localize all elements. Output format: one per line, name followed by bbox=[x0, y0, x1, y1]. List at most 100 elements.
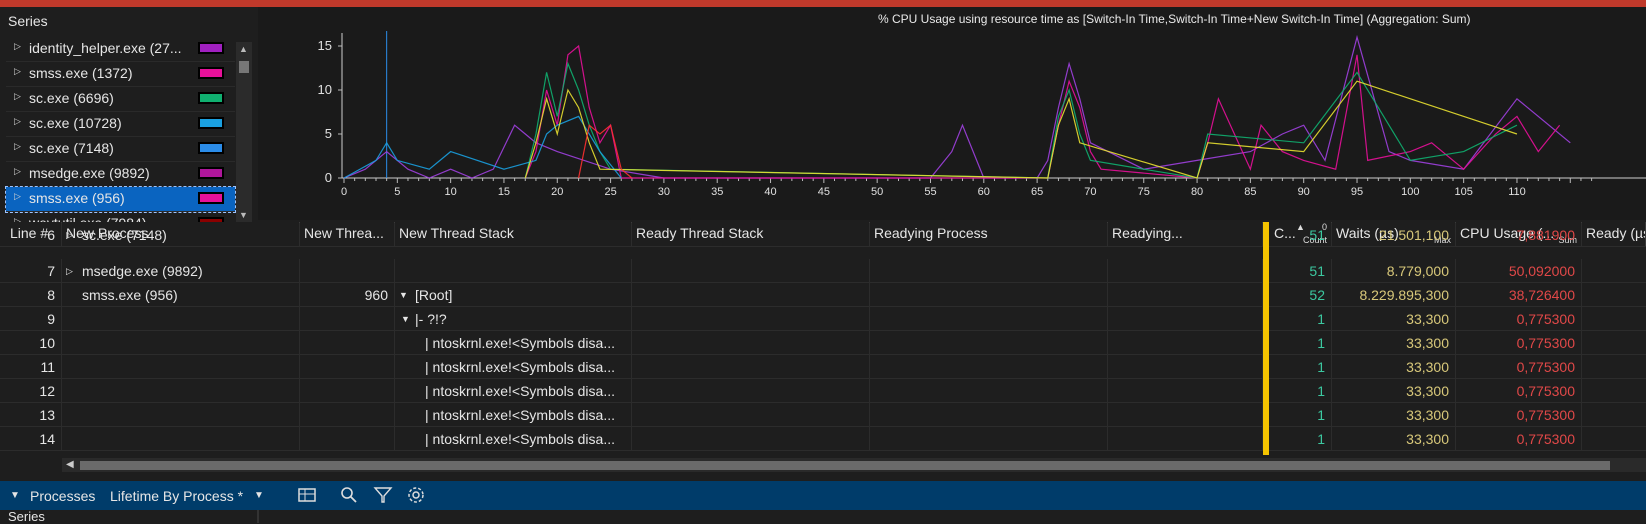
stack-cell: | ntoskrnl.exe!<Symbols disa... bbox=[395, 379, 632, 403]
x-tick-label: 75 bbox=[1138, 186, 1150, 198]
ready-stack-cell bbox=[632, 403, 870, 427]
stack-cell: [Root] ▼ bbox=[395, 283, 632, 307]
scroll-thumb[interactable] bbox=[239, 61, 249, 73]
series-item[interactable]: ▷ sc.exe (10728) bbox=[6, 112, 235, 137]
series-item[interactable]: ▷ identity_helper.exe (27... bbox=[6, 37, 235, 62]
ready-stack-cell bbox=[632, 355, 870, 379]
cpu-usage-graph[interactable]: % CPU Usage using resource time as [Swit… bbox=[258, 7, 1646, 220]
expand-triangle-icon[interactable]: ▷ bbox=[66, 259, 73, 283]
line-number-cell-text: 10 bbox=[39, 335, 55, 351]
x-tick-label: 65 bbox=[1031, 186, 1043, 198]
count-cell-text: 51 bbox=[1309, 263, 1325, 279]
waits-cell: 33,300 bbox=[1332, 403, 1456, 427]
bottom-panel-divider bbox=[257, 510, 259, 523]
table-row[interactable]: 10 | ntoskrnl.exe!<Symbols disa... 1 33,300… bbox=[0, 331, 1646, 355]
processes-tab[interactable]: Processes bbox=[30, 488, 95, 504]
scroll-up-icon[interactable]: ▲ bbox=[239, 44, 248, 54]
x-tick-label: 50 bbox=[871, 186, 883, 198]
table-row[interactable]: 9 |- ?!? ▼ 1 33,300 0,775300 bbox=[0, 307, 1646, 331]
cpu-usage-cell: 0,775300 bbox=[1456, 307, 1582, 331]
table-row[interactable]: 14 | ntoskrnl.exe!<Symbols disa... 1 33,300… bbox=[0, 427, 1646, 451]
readying-process-cell bbox=[870, 331, 1108, 355]
series-color-swatch[interactable] bbox=[198, 142, 224, 154]
expand-triangle-icon[interactable]: ▷ bbox=[14, 66, 21, 77]
table-icon[interactable] bbox=[297, 486, 317, 507]
search-icon[interactable] bbox=[339, 486, 359, 507]
count-cell: 1 bbox=[1269, 403, 1332, 427]
collapse-triangle-icon[interactable]: ▼ bbox=[399, 283, 408, 307]
preset-chevron-icon[interactable]: ▼ bbox=[254, 490, 264, 501]
expand-triangle-icon[interactable]: ▷ bbox=[14, 91, 21, 102]
expand-triangle-icon[interactable]: ▷ bbox=[14, 166, 21, 177]
bottom-series-panel: Series bbox=[0, 509, 1646, 524]
series-item[interactable]: ▷ sc.exe (6696) bbox=[6, 87, 235, 112]
ready-stack-cell bbox=[632, 259, 870, 283]
series-color-swatch[interactable] bbox=[198, 192, 224, 204]
stack-cell-text: | ntoskrnl.exe!<Symbols disa... bbox=[425, 359, 615, 375]
collapse-triangle-icon[interactable]: ▼ bbox=[401, 307, 410, 331]
series-color-swatch[interactable] bbox=[198, 67, 224, 79]
series-color-swatch[interactable] bbox=[198, 92, 224, 104]
line-number-cell: 13 bbox=[6, 403, 62, 427]
readying-cell bbox=[1108, 259, 1263, 283]
series-scrollbar[interactable]: ▲ ▼ bbox=[236, 42, 252, 222]
series-panel: Series ▷ identity_helper.exe (27... ▷ smss.… bbox=[0, 7, 257, 237]
table-row[interactable]: 11 | ntoskrnl.exe!<Symbols disa... 1 33,300… bbox=[0, 355, 1646, 379]
series-color-swatch[interactable] bbox=[198, 167, 224, 179]
bottom-series-header: Series bbox=[8, 509, 45, 524]
process-cell: smss.exe (956) bbox=[62, 283, 300, 307]
series-item[interactable]: ▷ smss.exe (956) bbox=[5, 186, 236, 213]
process-cell bbox=[62, 307, 300, 331]
x-tick-label: 15 bbox=[498, 186, 510, 198]
waits-cell: 33,300 bbox=[1332, 307, 1456, 331]
process-cell bbox=[62, 331, 300, 355]
x-tick-label: 80 bbox=[1191, 186, 1203, 198]
table-row[interactable]: 12 | ntoskrnl.exe!<Symbols disa... 1 33,300… bbox=[0, 379, 1646, 403]
series-color-swatch[interactable] bbox=[198, 117, 224, 129]
line-number-cell: 10 bbox=[6, 331, 62, 355]
scroll-down-icon[interactable]: ▼ bbox=[239, 210, 248, 220]
series-header: Series bbox=[8, 13, 48, 29]
table-row[interactable]: 8 smss.exe (956) 960 [Root] ▼ 52 8.229.895,300… bbox=[0, 283, 1646, 307]
expand-triangle-icon[interactable]: ▷ bbox=[14, 116, 21, 127]
scroll-left-icon[interactable]: ◀ bbox=[66, 459, 74, 470]
series-item[interactable]: ▷ smss.exe (1372) bbox=[6, 62, 235, 87]
waits-cell-text: 33,300 bbox=[1406, 335, 1449, 351]
stack-cell: | ntoskrnl.exe!<Symbols disa... bbox=[395, 427, 632, 451]
y-tick-label: 5 bbox=[325, 126, 332, 141]
preset-dropdown[interactable]: Lifetime By Process * bbox=[110, 488, 243, 504]
process-cell: msedge.exe (9892) ▷ bbox=[62, 259, 300, 283]
x-tick-label: 35 bbox=[711, 186, 723, 198]
series-item[interactable]: ▷ sc.exe (7148) bbox=[6, 137, 235, 162]
line-number-cell-text: 6 bbox=[47, 227, 55, 243]
hscroll-thumb[interactable] bbox=[80, 461, 1610, 470]
collapse-chevron-icon[interactable]: ▼ bbox=[10, 490, 20, 501]
series-color-swatch[interactable] bbox=[198, 42, 224, 54]
line-number-cell: 12 bbox=[6, 379, 62, 403]
filter-icon[interactable] bbox=[373, 486, 393, 507]
waits-cell: 21.501,100 bbox=[1332, 223, 1456, 247]
waits-cell: 33,300 bbox=[1332, 427, 1456, 451]
table-row[interactable]: 6 sc.exe (7148) ▷ 51 21.501,100 7,881900 bbox=[0, 223, 1646, 247]
series-item-label: sc.exe (6696) bbox=[29, 90, 114, 106]
thread-id-cell bbox=[300, 403, 395, 427]
expand-triangle-icon[interactable]: ▷ bbox=[14, 191, 21, 202]
series-item[interactable]: ▷ msedge.exe (9892) bbox=[6, 162, 235, 187]
expand-triangle-icon[interactable]: ▷ bbox=[14, 141, 21, 152]
table-row[interactable]: 7 msedge.exe (9892) ▷ 51 8.779,000 50,092000 bbox=[0, 259, 1646, 283]
thread-id-cell bbox=[300, 379, 395, 403]
expand-triangle-icon[interactable]: ▷ bbox=[14, 41, 21, 52]
column-divider-bar[interactable] bbox=[1263, 222, 1269, 455]
line-number-cell-text: 12 bbox=[39, 383, 55, 399]
readying-process-cell bbox=[870, 403, 1108, 427]
line-number-cell-text: 14 bbox=[39, 431, 55, 447]
expand-triangle-icon[interactable]: ▷ bbox=[66, 223, 73, 247]
gear-icon[interactable] bbox=[406, 486, 426, 507]
thread-id-cell-text: 960 bbox=[364, 287, 388, 303]
x-tick-label: 25 bbox=[604, 186, 616, 198]
cpu-line-chart[interactable]: 0 5 10 15 20 25 30 35 40 45 50 55 60 65 70 75 80 85 90 95 10… bbox=[258, 7, 1646, 220]
process-cell-text: sc.exe (7148) bbox=[82, 227, 167, 243]
table-hscrollbar[interactable]: ◀ bbox=[62, 458, 1646, 472]
table-row[interactable]: 13 | ntoskrnl.exe!<Symbols disa... 1 33,300… bbox=[0, 403, 1646, 427]
process-cell bbox=[62, 379, 300, 403]
